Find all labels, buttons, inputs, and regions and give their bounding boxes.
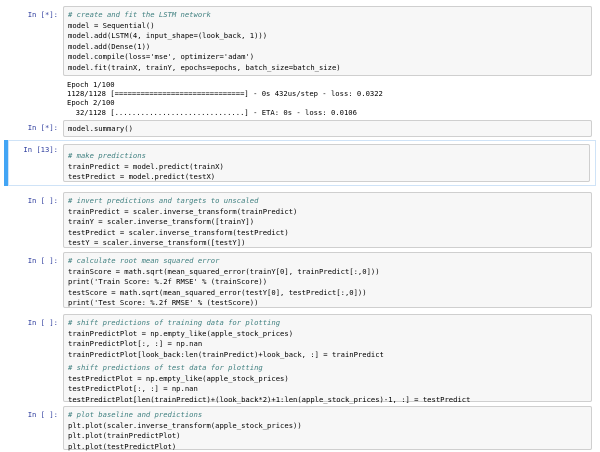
code-line: # shift predictions of test data for plo… bbox=[68, 363, 587, 374]
code-line: # invert predictions and targets to unsc… bbox=[68, 196, 587, 207]
code-editor[interactable]: model.summary() bbox=[63, 120, 592, 137]
code-cell-shift-predictions[interactable]: In [ ]: # shift predictions of training … bbox=[8, 314, 596, 402]
output-line: Epoch 1/100 bbox=[67, 80, 588, 89]
code-line: # calculate root mean squared error bbox=[68, 256, 587, 267]
code-line: trainPredict = model.predict(trainX) bbox=[68, 162, 585, 173]
cell-prompt: In [*]: bbox=[8, 123, 58, 133]
code-editor[interactable]: # calculate root mean squared error trai… bbox=[63, 252, 592, 308]
code-line: testPredict = model.predict(testX) bbox=[68, 172, 585, 183]
code-cell-model-summary[interactable]: In [*]: model.summary() bbox=[8, 120, 596, 138]
code-cell-rmse[interactable]: In [ ]: # calculate root mean squared er… bbox=[8, 252, 596, 308]
code-cell-invert-predictions[interactable]: In [ ]: # invert predictions and targets… bbox=[8, 192, 596, 248]
code-cell-plot[interactable]: In [ ]: # plot baseline and predictions … bbox=[8, 406, 596, 446]
code-line: trainPredictPlot[:, :] = np.nan bbox=[68, 339, 587, 350]
cell-prompt: In [ ]: bbox=[8, 318, 58, 328]
code-line: print('Train Score: %.2f RMSE' % (trainS… bbox=[68, 277, 587, 288]
cell-prompt: In [ ]: bbox=[8, 410, 58, 420]
code-line: testY = scaler.inverse_transform([testY]… bbox=[68, 238, 587, 249]
code-line: trainY = scaler.inverse_transform([train… bbox=[68, 217, 587, 228]
code-line: model.add(Dense(1)) bbox=[68, 42, 587, 53]
code-line: print('Test Score: %.2f RMSE' % (testSco… bbox=[68, 298, 587, 309]
cell-prompt: In [ ]: bbox=[8, 196, 58, 206]
code-cell-fit-lstm[interactable]: In [*]: # create and fit the LSTM networ… bbox=[8, 6, 596, 106]
output-line: 1128/1128 [=============================… bbox=[67, 89, 588, 98]
code-line: trainPredictPlot = np.empty_like(apple_s… bbox=[68, 329, 587, 340]
code-editor[interactable]: # make predictions trainPredict = model.… bbox=[63, 144, 590, 182]
output-line: 32/1128 [..............................]… bbox=[67, 108, 588, 117]
code-editor[interactable]: # create and fit the LSTM network model … bbox=[63, 6, 592, 76]
code-line: model.fit(trainX, trainY, epochs=epochs,… bbox=[68, 63, 587, 74]
code-line: trainScore = math.sqrt(mean_squared_erro… bbox=[68, 267, 587, 278]
code-line: testPredictPlot[:, :] = np.nan bbox=[68, 384, 587, 395]
code-line: # plot baseline and predictions bbox=[68, 410, 587, 421]
cell-output: Epoch 1/100 1128/1128 [=================… bbox=[63, 78, 592, 119]
cell-prompt: In [ ]: bbox=[8, 256, 58, 266]
code-cell-make-predictions[interactable]: In [13]: # make predictions trainPredict… bbox=[4, 140, 596, 186]
code-line: testScore = math.sqrt(mean_squared_error… bbox=[68, 288, 587, 299]
code-line: trainPredictPlot[look_back:len(trainPred… bbox=[68, 350, 587, 361]
code-line: plt.plot(testPredictPlot) bbox=[68, 442, 587, 452]
code-line: # make predictions bbox=[68, 151, 585, 162]
code-line: testPredictPlot = np.empty_like(apple_st… bbox=[68, 374, 587, 385]
code-line: model.summary() bbox=[68, 124, 587, 135]
code-line: model.compile(loss='mse', optimizer='ada… bbox=[68, 52, 587, 63]
code-line: testPredictPlot[len(trainPredict)+(look_… bbox=[68, 395, 587, 406]
code-editor[interactable]: # invert predictions and targets to unsc… bbox=[63, 192, 592, 248]
cell-prompt: In [13]: bbox=[8, 145, 58, 155]
code-line: model = Sequential() bbox=[68, 21, 587, 32]
code-line: # shift predictions of training data for… bbox=[68, 318, 587, 329]
code-line: trainPredict = scaler.inverse_transform(… bbox=[68, 207, 587, 218]
cell-prompt: In [*]: bbox=[8, 10, 58, 20]
code-line: testPredict = scaler.inverse_transform(t… bbox=[68, 228, 587, 239]
code-line: model.add(LSTM(4, input_shape=(look_back… bbox=[68, 31, 587, 42]
code-line: plt.plot(scaler.inverse_transform(apple_… bbox=[68, 421, 587, 432]
code-editor[interactable]: # shift predictions of training data for… bbox=[63, 314, 592, 402]
code-line: plt.plot(trainPredictPlot) bbox=[68, 431, 587, 442]
output-line: Epoch 2/100 bbox=[67, 98, 588, 107]
code-editor[interactable]: # plot baseline and predictions plt.plot… bbox=[63, 406, 592, 450]
code-line: # create and fit the LSTM network bbox=[68, 10, 587, 21]
